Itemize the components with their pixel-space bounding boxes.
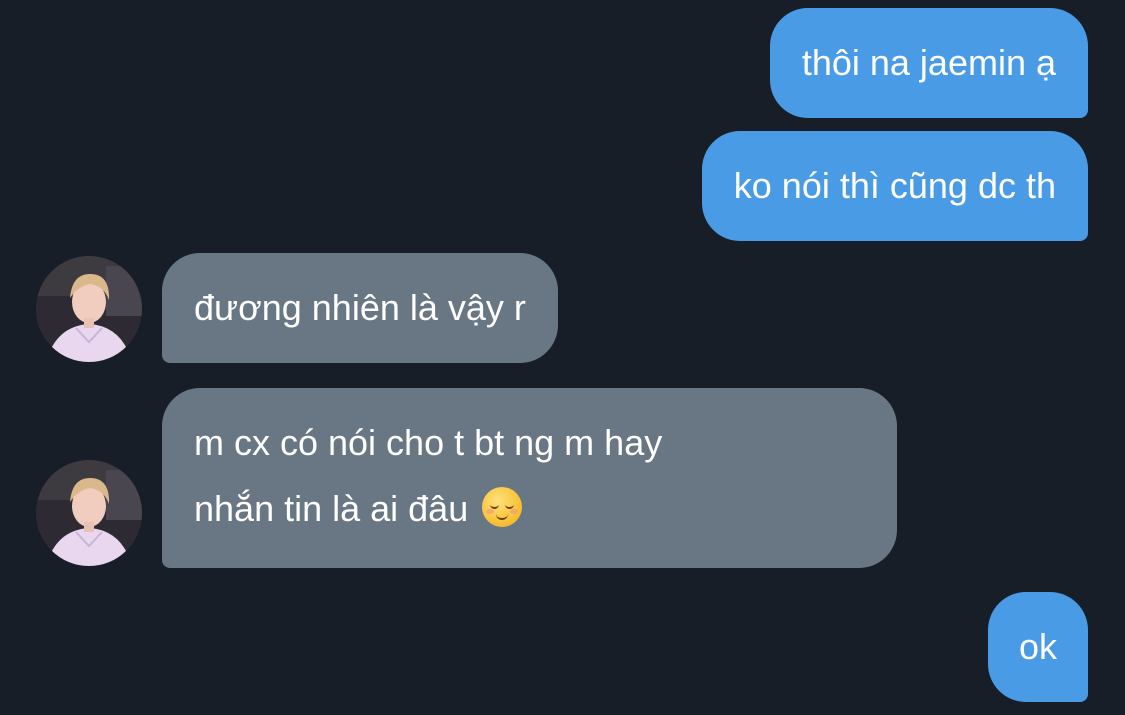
message-bubble-incoming[interactable]: m cx có nói cho t bt ng m hay nhắn tin l… (162, 388, 897, 568)
message-bubble-outgoing[interactable]: ko nói thì cũng dc th (701, 131, 1088, 241)
message-text: ok (1018, 626, 1057, 667)
message-text: đương nhiên là vậy r (194, 287, 526, 328)
avatar-photo-icon (36, 460, 142, 566)
message-bubble-outgoing[interactable]: thôi na jaemin ạ (769, 8, 1088, 118)
message-bubble-incoming[interactable]: đương nhiên là vậy r (162, 253, 558, 363)
message-text-line: nhắn tin là ai đâu (194, 476, 865, 542)
message-text-line: m cx có nói cho t bt ng m hay (194, 422, 663, 463)
contact-avatar[interactable] (36, 460, 142, 566)
contact-avatar[interactable] (36, 256, 142, 362)
message-text: nhắn tin là ai đâu (194, 488, 469, 529)
message-text: thôi na jaemin ạ (801, 42, 1056, 83)
message-bubble-outgoing[interactable]: ok (987, 592, 1088, 702)
avatar-photo-icon (36, 256, 142, 362)
relieved-face-emoji-icon (482, 487, 523, 527)
chat-thread: thôi na jaemin ạ ko nói thì cũng dc th đ… (0, 0, 1125, 715)
message-text: ko nói thì cũng dc th (733, 165, 1056, 206)
